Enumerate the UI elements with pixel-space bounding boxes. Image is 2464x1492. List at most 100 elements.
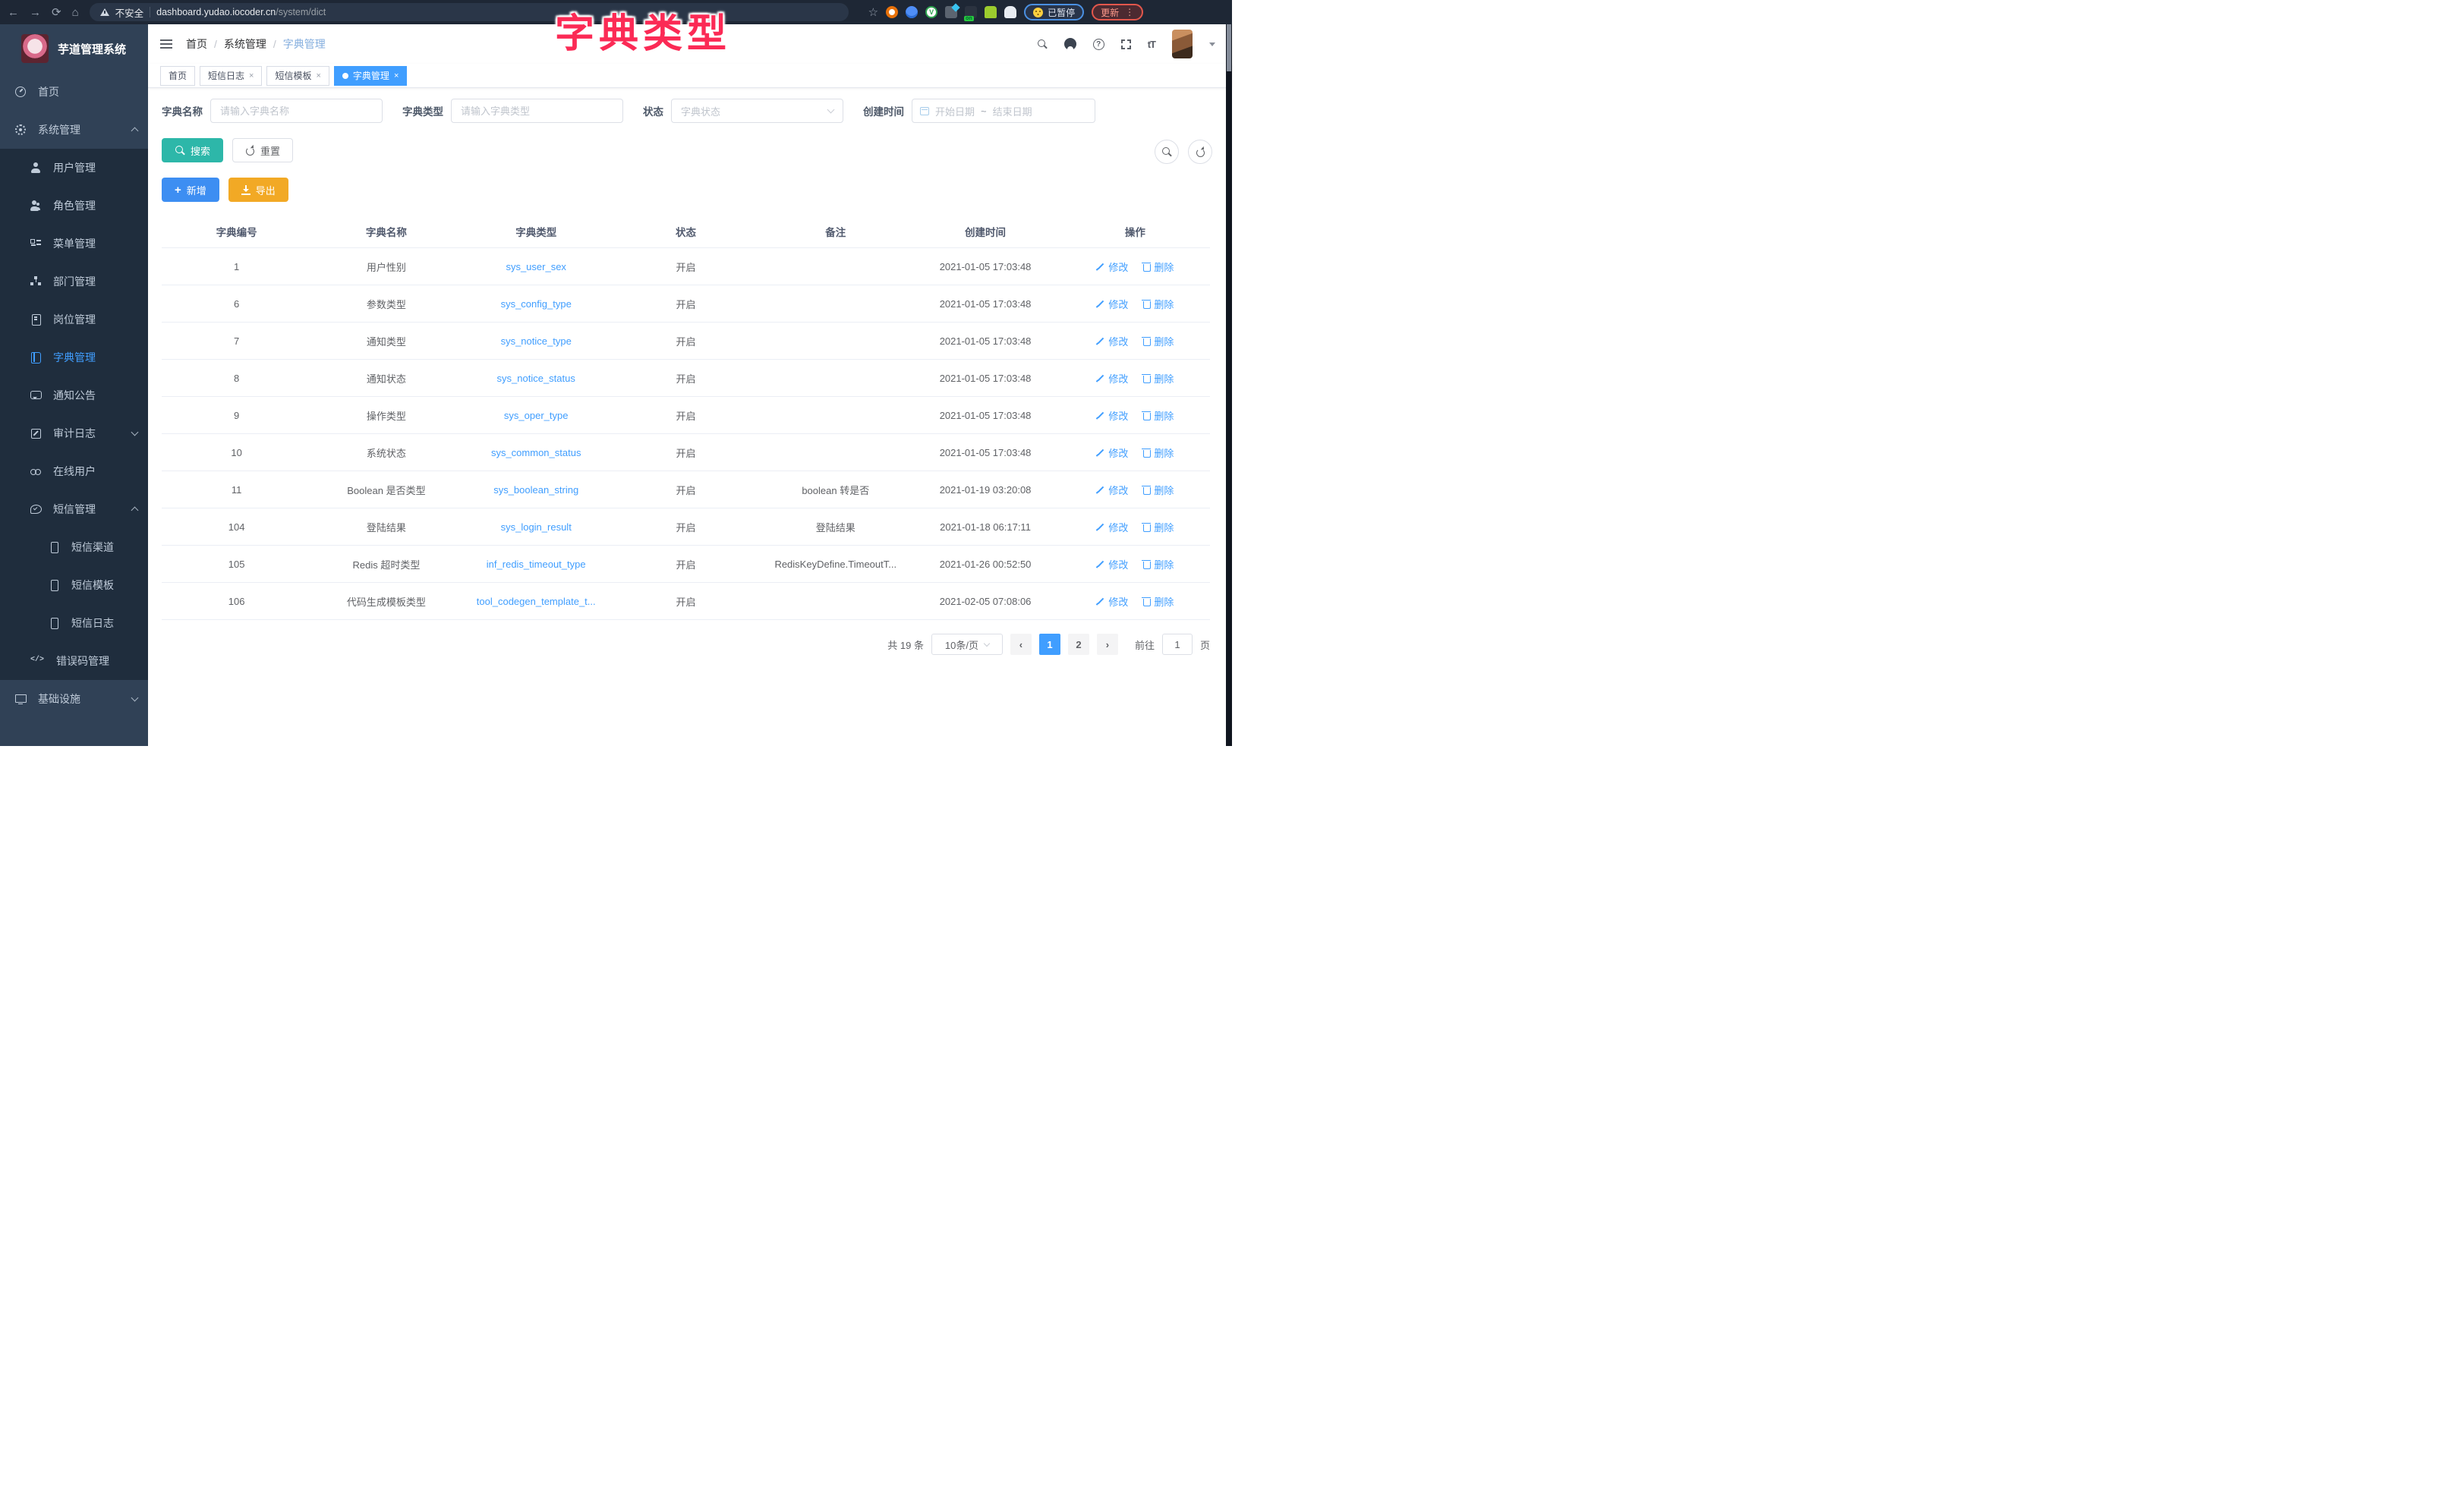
show-search-button[interactable] — [1155, 140, 1179, 164]
help-icon[interactable]: ? — [1093, 39, 1104, 50]
sidebar-item-dict-management[interactable]: 字典管理 — [0, 338, 148, 376]
edit-link[interactable]: 修改 — [1096, 445, 1128, 460]
refresh-table-button[interactable] — [1188, 140, 1212, 164]
tab-home[interactable]: 首页 — [160, 66, 195, 86]
delete-link[interactable]: 删除 — [1142, 334, 1174, 348]
on-badge-extension-icon[interactable] — [965, 6, 977, 18]
edit-link[interactable]: 修改 — [1096, 334, 1128, 348]
sidebar-fold-icon[interactable] — [160, 39, 172, 49]
edit-link[interactable]: 修改 — [1096, 520, 1128, 534]
browser-menu-dots-icon[interactable]: ⋮ — [1125, 7, 1134, 17]
blue-drop-extension-icon[interactable] — [906, 6, 918, 18]
grid-diamond-extension-icon[interactable] — [945, 6, 957, 18]
sidebar-item-dept-management[interactable]: 部门管理 — [0, 263, 148, 301]
dict-type-link[interactable]: tool_codegen_template_t... — [477, 596, 596, 607]
edit-link[interactable]: 修改 — [1096, 557, 1128, 571]
sidebar-item-user-management[interactable]: 用户管理 — [0, 149, 148, 187]
forward-icon[interactable]: → — [30, 7, 41, 18]
window-scrollbar[interactable] — [1226, 24, 1232, 746]
search-button[interactable]: 搜索 — [162, 138, 223, 162]
sidebar-item-sms-management[interactable]: 短信管理 — [0, 490, 148, 528]
bookmark-star-icon[interactable]: ☆ — [868, 5, 878, 19]
edit-link[interactable]: 修改 — [1096, 594, 1128, 609]
scrollbar-thumb[interactable] — [1227, 24, 1231, 71]
sidebar-item-home[interactable]: 首页 — [0, 73, 148, 111]
prev-page-button[interactable]: ‹ — [1010, 634, 1032, 655]
android-extension-icon[interactable] — [985, 6, 997, 18]
breadcrumb-home[interactable]: 首页 — [186, 36, 207, 52]
tab-sms-template[interactable]: 短信模板 × — [266, 66, 329, 86]
sidebar-item-online-users[interactable]: 在线用户 — [0, 452, 148, 490]
sidebar-item-menu-management[interactable]: 菜单管理 — [0, 225, 148, 263]
green-v-extension-icon[interactable]: V — [925, 6, 937, 18]
dict-type-link[interactable]: sys_notice_status — [497, 373, 575, 384]
date-range-picker[interactable]: 开始日期 ~ 结束日期 — [912, 99, 1095, 123]
github-icon[interactable] — [1064, 38, 1076, 50]
goto-page-input[interactable] — [1162, 634, 1193, 655]
delete-link[interactable]: 删除 — [1142, 260, 1174, 274]
status-select[interactable]: 字典状态 — [671, 99, 843, 123]
edit-link[interactable]: 修改 — [1096, 297, 1128, 311]
next-page-button[interactable]: › — [1097, 634, 1118, 655]
sidebar-item-infrastructure[interactable]: 基础设施 — [0, 680, 148, 718]
sidebar-item-audit-log[interactable]: 审计日志 — [0, 414, 148, 452]
reload-icon[interactable]: ⟳ — [52, 7, 61, 18]
fullscreen-icon[interactable] — [1121, 39, 1131, 49]
sidebar-item-notice[interactable]: 通知公告 — [0, 376, 148, 414]
close-icon[interactable]: × — [249, 71, 254, 80]
sidebar-item-role-management[interactable]: 角色管理 — [0, 187, 148, 225]
search-icon[interactable] — [1037, 39, 1048, 49]
sidebar-item-post-management[interactable]: 岗位管理 — [0, 301, 148, 338]
edit-link[interactable]: 修改 — [1096, 371, 1128, 386]
dict-type-link[interactable]: sys_login_result — [501, 521, 572, 533]
reset-button[interactable]: 重置 — [232, 138, 293, 162]
tab-sms-log[interactable]: 短信日志 × — [200, 66, 262, 86]
dict-type-link[interactable]: sys_boolean_string — [493, 484, 578, 496]
dict-type-link[interactable]: sys_notice_type — [501, 335, 572, 347]
page-1-button[interactable]: 1 — [1039, 634, 1060, 655]
tab-dict-management[interactable]: 字典管理 × — [334, 66, 407, 86]
dict-name-input[interactable] — [210, 99, 383, 123]
edit-link[interactable]: 修改 — [1096, 483, 1128, 497]
user-avatar[interactable] — [1172, 30, 1193, 58]
add-button[interactable]: + 新增 — [162, 178, 219, 202]
address-bar[interactable]: 不安全 dashboard.yudao.iocoder.cn/system/di… — [90, 3, 849, 21]
delete-link[interactable]: 删除 — [1142, 445, 1174, 460]
browser-update-pill[interactable]: 更新 ⋮ — [1092, 4, 1143, 20]
delete-link[interactable]: 删除 — [1142, 483, 1174, 497]
orange-ring-extension-icon[interactable] — [886, 6, 898, 18]
delete-link[interactable]: 删除 — [1142, 557, 1174, 571]
breadcrumb-system[interactable]: 系统管理 — [224, 36, 266, 52]
dict-type-link[interactable]: inf_redis_timeout_type — [487, 559, 586, 570]
font-size-icon[interactable]: tT — [1148, 39, 1155, 50]
sidebar-item-sms-channel[interactable]: 短信渠道 — [0, 528, 148, 566]
close-icon[interactable]: × — [394, 71, 399, 80]
home-icon[interactable]: ⌂ — [72, 7, 79, 18]
app-logo-row[interactable]: 芋道管理系统 — [0, 24, 148, 73]
dict-type-link[interactable]: sys_common_status — [491, 447, 581, 458]
delete-link[interactable]: 删除 — [1142, 297, 1174, 311]
sidebar-item-sms-template[interactable]: 短信模板 — [0, 566, 148, 604]
delete-link[interactable]: 删除 — [1142, 520, 1174, 534]
security-warning-icon[interactable] — [100, 8, 109, 16]
dict-type-link[interactable]: sys_config_type — [501, 298, 572, 310]
back-icon[interactable]: ← — [8, 7, 19, 18]
sidebar-item-system-management[interactable]: 系统管理 — [0, 111, 148, 149]
dict-type-link[interactable]: sys_user_sex — [506, 261, 566, 272]
sidebar-item-sms-log[interactable]: 短信日志 — [0, 604, 148, 642]
caret-down-icon[interactable] — [1209, 42, 1215, 46]
dict-type-link[interactable]: sys_oper_type — [504, 410, 569, 421]
close-icon[interactable]: × — [316, 71, 320, 80]
paused-extension-pill[interactable]: 已暂停 — [1024, 4, 1084, 20]
dict-type-input[interactable] — [451, 99, 623, 123]
page-2-button[interactable]: 2 — [1068, 634, 1089, 655]
edit-link[interactable]: 修改 — [1096, 408, 1128, 423]
ghost-extension-icon[interactable] — [1004, 6, 1016, 18]
sidebar-item-error-code[interactable]: </> 错误码管理 — [0, 642, 148, 680]
delete-link[interactable]: 删除 — [1142, 371, 1174, 386]
edit-link[interactable]: 修改 — [1096, 260, 1128, 274]
delete-link[interactable]: 删除 — [1142, 408, 1174, 423]
delete-link[interactable]: 删除 — [1142, 594, 1174, 609]
export-button[interactable]: 导出 — [228, 178, 288, 202]
page-size-select[interactable]: 10条/页 — [931, 634, 1003, 655]
